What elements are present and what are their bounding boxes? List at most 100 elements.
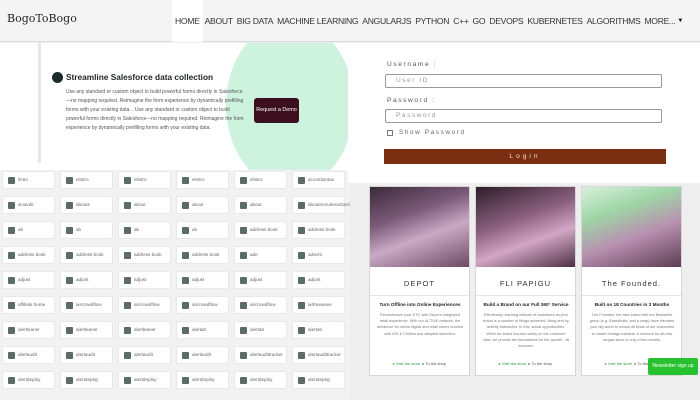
icon-grid-item[interactable]: elintro: [176, 171, 229, 189]
brand-card[interactable]: FLI PAPIGU Build a Brand on our Full 360°…: [475, 186, 576, 376]
icon-grid-item[interactable]: about: [118, 196, 171, 214]
brand-logo[interactable]: BogoToBogo: [7, 12, 77, 25]
nav-item-machine-learning[interactable]: MACHINE LEARNING: [275, 0, 360, 42]
icon-grid-item[interactable]: sinavdit: [2, 196, 55, 214]
shop-link[interactable]: ▸ To the shop: [528, 361, 552, 366]
icon-grid-item[interactable]: alertdeploy: [60, 371, 113, 389]
icon-grid-item[interactable]: adjust: [118, 271, 171, 289]
icon-grid-item[interactable]: alertleaner: [60, 321, 113, 339]
username-field[interactable]: User ID: [385, 74, 662, 88]
icon-grid-item[interactable]: about: [234, 196, 287, 214]
item-icon: [124, 277, 131, 284]
nav-item-angularjs[interactable]: ANGULARJS: [360, 0, 413, 42]
icon-grid-item[interactable]: address book: [176, 246, 229, 264]
item-icon: [240, 327, 247, 334]
icon-grid-item[interactable]: alertab: [292, 321, 345, 339]
icon-grid-item[interactable]: accordiontax: [292, 171, 345, 189]
item-icon: [182, 352, 189, 359]
icon-grid-item[interactable]: alertdeploy: [234, 371, 287, 389]
password-field[interactable]: Password: [385, 109, 662, 123]
icon-grid-item[interactable]: address book: [60, 246, 113, 264]
item-icon: [298, 352, 305, 359]
icon-grid-item[interactable]: adjust: [60, 271, 113, 289]
card-divider: [476, 295, 575, 296]
icon-grid-item[interactable]: elintro: [234, 171, 287, 189]
item-label: ade: [250, 252, 258, 257]
ad-title[interactable]: Streamline Salesforce data collection: [66, 72, 213, 82]
nav-item-kubernetes[interactable]: KUBERNETES: [525, 0, 584, 42]
icon-grid-item[interactable]: about: [176, 196, 229, 214]
request-demo-button[interactable]: Request a Demo: [254, 98, 299, 123]
nav-item-about[interactable]: ABOUT: [203, 0, 235, 42]
icon-grid-item[interactable]: ab: [118, 221, 171, 239]
icon-grid-item[interactable]: aircrowdflow: [234, 296, 287, 314]
icon-grid-item[interactable]: adjust: [2, 271, 55, 289]
icon-grid-item[interactable]: ab: [176, 221, 229, 239]
icon-grid-item[interactable]: aircrowdflow: [60, 296, 113, 314]
icon-grid-item[interactable]: ab: [60, 221, 113, 239]
brand-card[interactable]: DEPOT Turn Offline into Online Experience…: [369, 186, 470, 376]
nav-item-more[interactable]: MORE...: [642, 0, 677, 42]
icon-grid-item[interactable]: address book: [234, 221, 287, 239]
visit-store-link[interactable]: ▸ Visit the store: [499, 361, 526, 366]
icon-grid-item[interactable]: alertdeploy: [176, 371, 229, 389]
nav-item-devops[interactable]: DEVOPS: [487, 0, 525, 42]
icon-grid-item[interactable]: adjust: [234, 271, 287, 289]
icon-grid-item[interactable]: alertaudittracker: [234, 346, 287, 364]
icon-grid-item[interactable]: alertaudittracker: [292, 346, 345, 364]
icon-grid-item[interactable]: address book: [292, 221, 345, 239]
item-icon: [124, 227, 131, 234]
icon-grid-item[interactable]: adjust: [292, 271, 345, 289]
visit-store-link[interactable]: ▸ Visit the store: [393, 361, 420, 366]
nav-item-home[interactable]: HOME: [172, 0, 203, 42]
login-button[interactable]: Login: [384, 149, 666, 164]
icon-grid-item[interactable]: alertdeploy: [118, 371, 171, 389]
icon-grid-item[interactable]: alertaudit: [60, 346, 113, 364]
icon-grid-item[interactable]: abouts: [60, 196, 113, 214]
item-label: alertaudittracker: [308, 352, 341, 357]
icon-grid-item[interactable]: aboutrecruiterwizard: [292, 196, 350, 214]
item-label: address book: [76, 252, 104, 257]
nav-item-big-data[interactable]: BIG DATA: [235, 0, 275, 42]
icon-grid-item[interactable]: affiliate home: [2, 296, 55, 314]
icon-grid-item[interactable]: alertdeploy: [292, 371, 345, 389]
item-icon: [8, 177, 15, 184]
nav-item-c[interactable]: C++: [451, 0, 470, 42]
icon-grid-item[interactable]: aircrowdflow: [118, 296, 171, 314]
icon-grid-item[interactable]: airfreewave: [292, 296, 345, 314]
visit-store-link[interactable]: ▸ Visit the store: [605, 361, 632, 366]
item-icon: [66, 327, 73, 334]
icon-grid-item[interactable]: address book: [2, 246, 55, 264]
icon-grid-item[interactable]: alertab: [234, 321, 287, 339]
icon-grid-item[interactable]: alertdeploy: [2, 371, 55, 389]
icon-grid-item[interactable]: alertaudit: [176, 346, 229, 364]
icon-grid-item[interactable]: aircrowdflow: [176, 296, 229, 314]
card-title: DEPOT: [403, 279, 436, 288]
icon-grid-item[interactable]: lintro: [2, 171, 55, 189]
nav-item-algorithms[interactable]: ALGORITHMS: [585, 0, 643, 42]
item-icon: [298, 327, 305, 334]
icon-grid-item[interactable]: ab: [2, 221, 55, 239]
show-password-checkbox[interactable]: [387, 130, 393, 136]
icon-grid-item[interactable]: alertab: [176, 321, 229, 339]
icon-grid-item[interactable]: alertleaner: [118, 321, 171, 339]
brand-card[interactable]: The Founded. Built on 18 Countries in 3 M…: [581, 186, 682, 376]
item-label: alertaudit: [134, 352, 153, 357]
icon-grid-item[interactable]: adjust: [176, 271, 229, 289]
card-description: The Founded. the new brand with the Best…: [589, 313, 675, 342]
icon-grid-item[interactable]: ade: [234, 246, 287, 264]
icon-grid-item[interactable]: alertleaner: [2, 321, 55, 339]
nav-item-python[interactable]: PYTHON: [413, 0, 451, 42]
item-icon: [8, 202, 15, 209]
ad-logo-icon: [52, 72, 63, 83]
nav-item-go[interactable]: GO: [471, 0, 488, 42]
icon-grid-item[interactable]: address book: [118, 246, 171, 264]
icon-grid-item[interactable]: elintro: [60, 171, 113, 189]
shop-link[interactable]: ▸ To the shop: [422, 361, 446, 366]
icon-grid-item[interactable]: adverti: [292, 246, 345, 264]
newsletter-signup-button[interactable]: Newsletter sign up: [648, 358, 698, 375]
icon-grid-item[interactable]: alertaudit: [118, 346, 171, 364]
icon-grid-item[interactable]: alertaudit: [2, 346, 55, 364]
card-tagline: Turn Offline into Online Experiences: [379, 302, 461, 307]
icon-grid-item[interactable]: elintro: [118, 171, 171, 189]
